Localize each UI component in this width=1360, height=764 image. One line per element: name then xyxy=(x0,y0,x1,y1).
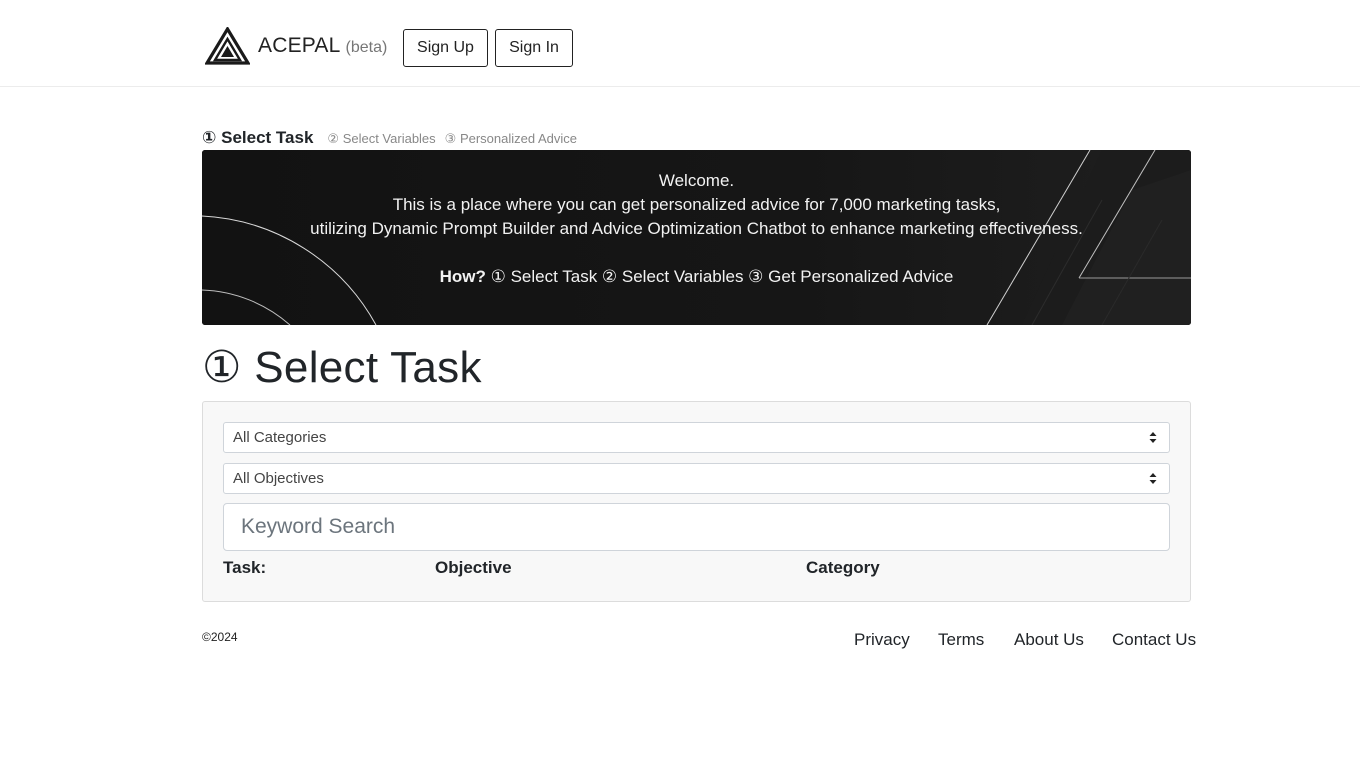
category-select-value: All Categories xyxy=(233,429,327,446)
acepal-triangle-logo-icon[interactable] xyxy=(205,27,250,65)
footer-link-privacy[interactable]: Privacy xyxy=(854,630,910,650)
how-label: How? xyxy=(439,267,486,286)
column-header-category: Category xyxy=(806,558,880,577)
brand-name[interactable]: ACEPAL xyxy=(258,34,341,58)
step-select-variables: ② Select Variables xyxy=(327,131,436,146)
top-navbar: ACEPAL (beta) Sign Up Sign In xyxy=(0,0,1360,87)
task-filter-panel: All Categories All Objectives Task: Obje… xyxy=(202,401,1191,602)
column-header-objective: Objective xyxy=(435,558,512,577)
sign-in-button[interactable]: Sign In xyxy=(495,29,573,67)
step-personalized-advice: ③ Personalized Advice xyxy=(444,131,578,146)
select-sort-arrows-icon xyxy=(1149,432,1157,443)
page-title: ① Select Task xyxy=(202,343,482,392)
welcome-description-line2: utilizing Dynamic Prompt Builder and Adv… xyxy=(310,219,1083,238)
how-it-works: How? ① Select Task ② Select Variables ③ … xyxy=(202,265,1191,289)
step-progress: ① Select Task ② Select Variables ③ Perso… xyxy=(202,128,577,148)
how-steps: ① Select Task ② Select Variables ③ Get P… xyxy=(485,267,954,286)
welcome-description-line1: This is a place where you can get person… xyxy=(392,195,1001,214)
sign-up-button[interactable]: Sign Up xyxy=(403,29,488,67)
footer-link-about-us[interactable]: About Us xyxy=(1014,630,1084,650)
objective-select[interactable]: All Objectives xyxy=(223,463,1170,494)
objective-select-value: All Objectives xyxy=(233,470,324,487)
brand[interactable]: ACEPAL (beta) xyxy=(205,27,387,65)
select-sort-arrows-icon xyxy=(1149,473,1157,484)
footer-link-terms[interactable]: Terms xyxy=(938,630,984,650)
welcome-banner: Welcome. This is a place where you can g… xyxy=(202,150,1191,325)
category-select[interactable]: All Categories xyxy=(223,422,1170,453)
welcome-heading: Welcome. xyxy=(658,171,735,190)
keyword-search-input[interactable] xyxy=(223,503,1170,551)
brand-beta-tag: (beta) xyxy=(345,39,388,56)
step-select-task: ① Select Task xyxy=(202,128,314,147)
column-header-task: Task: xyxy=(223,558,267,577)
copyright: ©2024 xyxy=(202,630,238,644)
footer-link-contact-us[interactable]: Contact Us xyxy=(1112,630,1196,650)
